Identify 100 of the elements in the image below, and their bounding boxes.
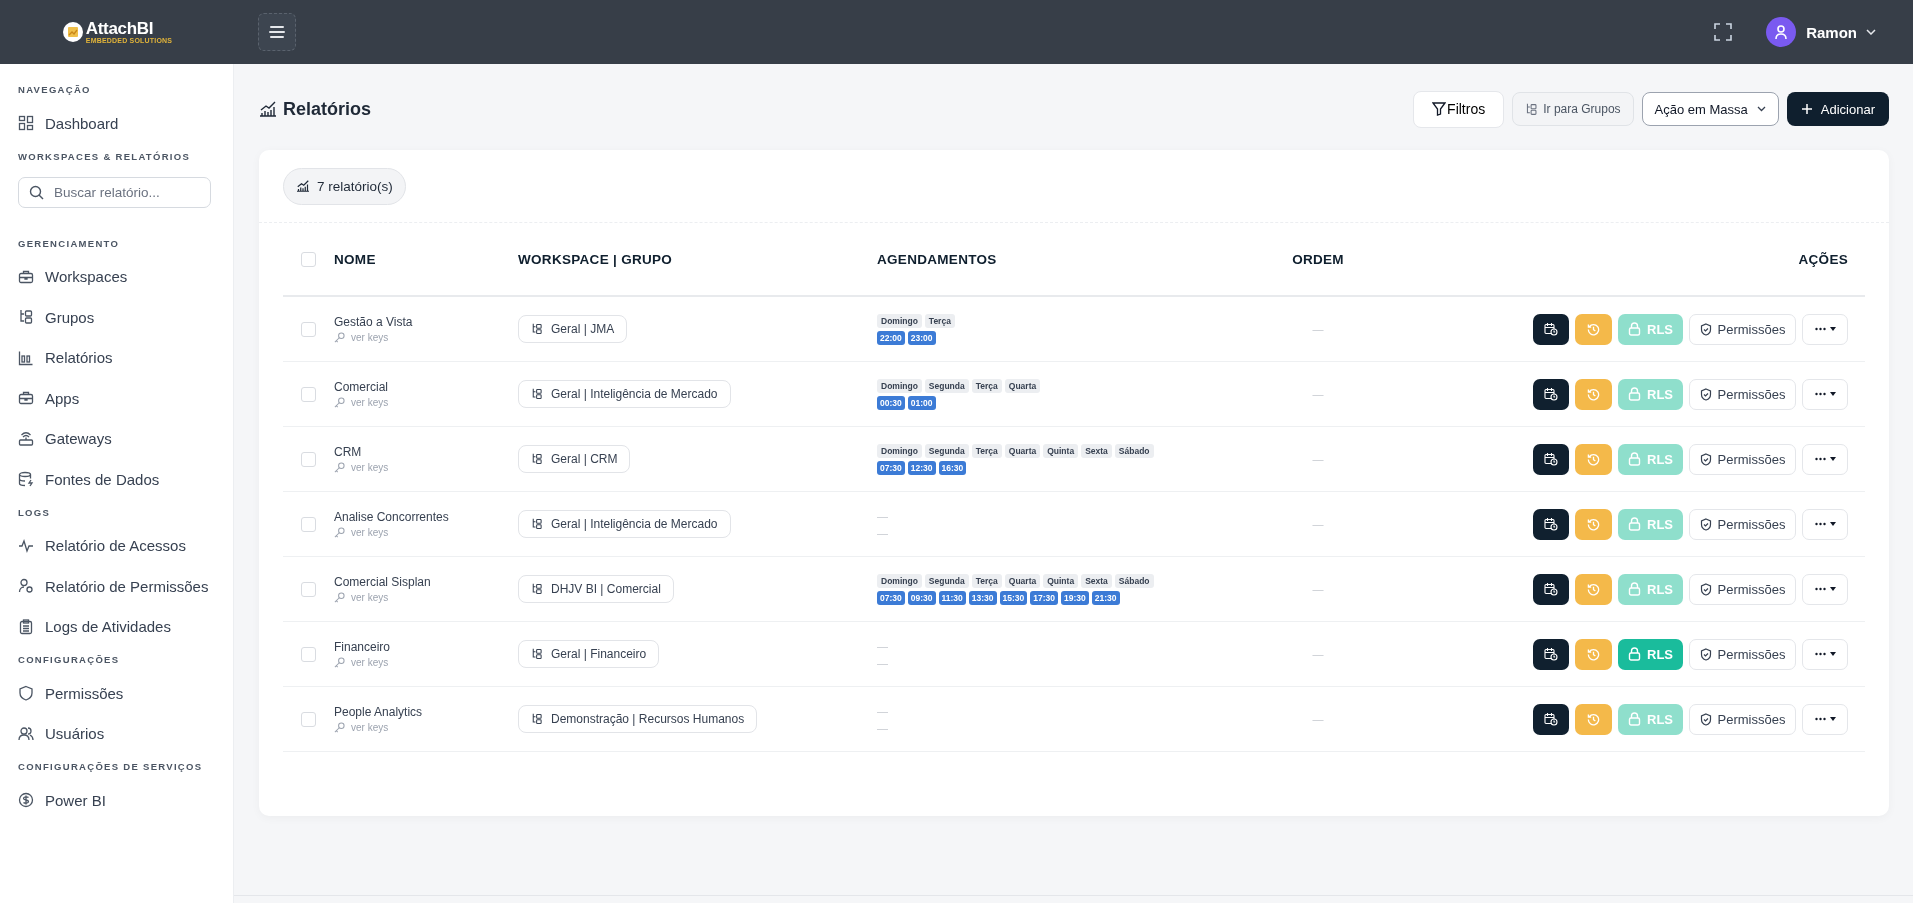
sidebar-item[interactable]: Relatório de Permissões: [18, 567, 233, 606]
workspace-tag: DHJV BI | Comercial: [518, 575, 674, 603]
row-checkbox[interactable]: [301, 451, 316, 467]
permissions-button[interactable]: Permissões: [1689, 638, 1796, 670]
sidebar-item[interactable]: Relatórios: [18, 338, 233, 377]
tree-icon: [18, 309, 34, 326]
sidebar-item[interactable]: Dashboard: [18, 104, 233, 143]
dots-icon: [1814, 327, 1826, 331]
sidebar-item[interactable]: Grupos: [18, 298, 233, 337]
shield-icon: [18, 685, 34, 702]
more-button[interactable]: [1802, 313, 1848, 345]
dots-icon: [1814, 587, 1826, 591]
permissions-button[interactable]: Permissões: [1689, 508, 1796, 540]
caret-icon: [1829, 652, 1836, 656]
empty-dash: —: [877, 508, 888, 523]
time-tag: 11:30: [938, 590, 966, 605]
empty-dash: —: [877, 655, 888, 670]
sidebar-item[interactable]: Usuários: [18, 714, 233, 753]
shield-check-icon: [1699, 517, 1712, 531]
lock-icon: [1628, 647, 1641, 661]
sidebar-item[interactable]: Logs de Atividades: [18, 607, 233, 646]
lock-icon: [1628, 452, 1641, 466]
more-button[interactable]: [1802, 378, 1848, 410]
history-button[interactable]: [1575, 703, 1612, 735]
menu-button[interactable]: [258, 13, 296, 51]
more-button[interactable]: [1802, 638, 1848, 670]
history-button[interactable]: [1575, 638, 1612, 670]
avatar-icon[interactable]: [1766, 17, 1797, 47]
more-button[interactable]: [1802, 443, 1848, 475]
row-checkbox[interactable]: [301, 516, 316, 532]
select-all-checkbox[interactable]: [301, 251, 316, 267]
caret-icon: [1829, 327, 1836, 331]
schedule-button[interactable]: [1533, 313, 1569, 345]
sidebar-item[interactable]: Workspaces: [18, 257, 233, 296]
history-button[interactable]: [1575, 443, 1612, 475]
history-button[interactable]: [1575, 313, 1612, 345]
day-tag: Sábado: [1114, 443, 1154, 458]
permissions-button[interactable]: Permissões: [1689, 443, 1796, 475]
briefcase-icon: [18, 268, 34, 285]
report-name: Gestão a Vista: [334, 315, 413, 329]
permissions-button[interactable]: Permissões: [1689, 378, 1796, 410]
key-icon: [334, 527, 345, 538]
schedule-button[interactable]: [1533, 508, 1569, 540]
permissions-button[interactable]: Permissões: [1689, 703, 1796, 735]
column-header: WORKSPACE | GRUPO: [518, 251, 673, 267]
day-tag: Sexta: [1081, 573, 1112, 588]
sidebar-item[interactable]: Gateways: [18, 419, 233, 458]
router-icon: [18, 430, 34, 447]
sidebar-item[interactable]: Relatório de Acessos: [18, 526, 233, 565]
day-tag: Domingo: [877, 573, 922, 588]
permissions-button[interactable]: Permissões: [1689, 573, 1796, 605]
time-tag: 09:30: [907, 590, 936, 605]
lock-icon: [1628, 712, 1641, 726]
more-button[interactable]: [1802, 508, 1848, 540]
bulk-action-dropdown[interactable]: Ação em Massa: [1641, 92, 1779, 126]
tree-icon: [531, 323, 543, 335]
schedule-button[interactable]: [1533, 378, 1569, 410]
row-checkbox[interactable]: [301, 321, 316, 337]
groups-button[interactable]: Ir para Grupos: [1512, 92, 1634, 126]
tree-icon: [531, 518, 543, 530]
sidebar-item[interactable]: Permissões: [18, 674, 233, 713]
schedule-button[interactable]: [1533, 573, 1569, 605]
history-icon: [1587, 647, 1600, 661]
add-button[interactable]: Adicionar: [1786, 92, 1889, 126]
user-name[interactable]: Ramon: [1806, 23, 1857, 41]
user-icon: [18, 578, 34, 595]
search-field[interactable]: Buscar relatório...: [18, 176, 211, 208]
history-icon: [1587, 452, 1600, 466]
history-button[interactable]: [1575, 573, 1612, 605]
dots-icon: [1814, 457, 1826, 461]
plus-icon: [1800, 103, 1813, 115]
workspace-tag: Geral | Financeiro: [518, 640, 660, 668]
shield-check-icon: [1699, 452, 1712, 466]
history-icon: [1587, 517, 1600, 531]
sidebar-item[interactable]: Fontes de Dados: [18, 460, 233, 499]
schedule-button[interactable]: [1533, 443, 1569, 475]
row-checkbox[interactable]: [301, 646, 316, 662]
more-button[interactable]: [1802, 573, 1848, 605]
tree-icon: [531, 453, 543, 465]
schedule-button[interactable]: [1533, 638, 1569, 670]
report-name: Financeiro: [334, 640, 391, 654]
chevron-icon[interactable]: [1866, 29, 1876, 35]
time-tag: 22:00: [877, 330, 905, 345]
history-button[interactable]: [1575, 378, 1612, 410]
shield-check-icon: [1699, 712, 1712, 726]
empty-dash: —: [877, 525, 888, 540]
history-button[interactable]: [1575, 508, 1612, 540]
dots-icon: [1814, 652, 1826, 656]
sidebar-item[interactable]: Power BI: [18, 781, 233, 820]
schedule-button[interactable]: [1533, 703, 1569, 735]
row-checkbox[interactable]: [301, 386, 316, 402]
permissions-button[interactable]: Permissões: [1689, 313, 1796, 345]
more-button[interactable]: [1802, 703, 1848, 735]
calendar-clock-icon: [1544, 712, 1558, 726]
fullscreen-icon[interactable]: [1714, 23, 1733, 41]
report-name: Comercial: [334, 380, 388, 394]
row-checkbox[interactable]: [301, 711, 316, 727]
sidebar-item[interactable]: Apps: [18, 379, 233, 418]
row-checkbox[interactable]: [301, 581, 316, 597]
filter-button[interactable]: Filtros: [1413, 90, 1505, 128]
